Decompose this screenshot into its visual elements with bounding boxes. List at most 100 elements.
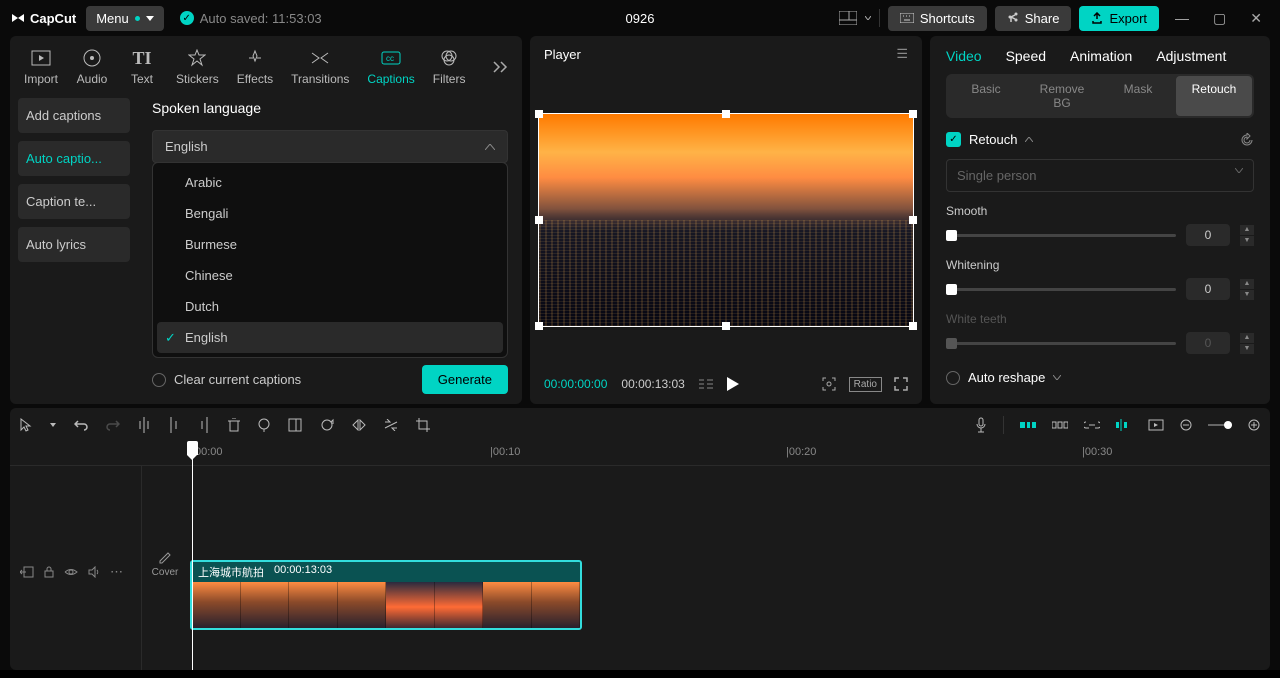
play-button[interactable] [727,377,739,391]
preview-tool[interactable] [1116,419,1132,431]
preview-axis-tool[interactable] [1148,419,1164,431]
subtab-removebg[interactable]: Remove BG [1024,76,1100,116]
clear-captions-checkbox[interactable]: Clear current captions [152,372,301,387]
freeze-tool[interactable] [288,418,302,432]
whitening-step-down[interactable]: ▼ [1240,290,1254,300]
crop-tool[interactable] [416,418,430,432]
cursor-dropdown[interactable] [50,423,56,427]
track-exit-icon[interactable] [20,566,34,578]
playhead[interactable] [192,442,193,670]
marker-tool[interactable] [258,418,270,432]
video-clip[interactable]: 上海城市航拍 00:00:13:03 [190,560,582,630]
player-menu-icon[interactable]: ☰ [896,46,908,62]
retouch-toggle[interactable]: ✓ Retouch [946,132,1033,147]
eye-icon[interactable] [64,567,78,577]
sidebar-item-add-captions[interactable]: Add captions [18,98,130,133]
trim-left-tool[interactable] [168,417,180,433]
rotate-tool[interactable] [320,418,334,432]
timeline-body[interactable]: 00:00 |00:10 |00:20 |00:30 ⋯ Cover 上海城市航… [10,442,1270,670]
whitening-step-up[interactable]: ▲ [1240,279,1254,289]
magnet-all-tool[interactable] [1052,419,1068,431]
list-icon[interactable] [699,378,713,390]
subtab-retouch[interactable]: Retouch [1176,76,1252,116]
auto-reshape-toggle[interactable]: Auto reshape [946,370,1254,385]
sidebar-item-auto-lyrics[interactable]: Auto lyrics [18,227,130,262]
tab-filters[interactable]: Filters [425,44,474,90]
smooth-label: Smooth [946,204,1254,218]
whitening-value[interactable]: 0 [1186,278,1230,300]
tab-text[interactable]: TIText [118,44,166,90]
language-option-burmese[interactable]: Burmese [157,229,503,260]
tab-stickers[interactable]: Stickers [168,44,227,90]
language-option-bengali[interactable]: Bengali [157,198,503,229]
zoom-in-button[interactable] [1248,419,1260,431]
timeline-ruler[interactable]: 00:00 |00:10 |00:20 |00:30 [10,442,1270,466]
link-tool[interactable] [1084,420,1100,430]
mic-tool[interactable] [975,417,987,433]
menu-button[interactable]: Menu [86,6,164,31]
smooth-step-up[interactable]: ▲ [1240,225,1254,235]
tab-transitions[interactable]: Transitions [283,44,357,90]
smooth-value[interactable]: 0 [1186,224,1230,246]
tab-effects[interactable]: Effects [229,44,281,90]
tab-adjustment[interactable]: Adjustment [1156,48,1226,64]
app-logo: CapCut [10,10,76,26]
ratio-button[interactable]: Ratio [849,377,882,392]
magnet-main-tool[interactable] [1020,419,1036,431]
subtab-mask[interactable]: Mask [1100,76,1176,116]
focus-icon[interactable] [821,376,837,392]
mirror-tool[interactable] [352,419,366,431]
maximize-button[interactable]: ▢ [1205,6,1234,31]
reset-icon[interactable] [1240,133,1254,147]
chevron-down-icon[interactable] [865,16,871,20]
checkbox-off-icon [946,371,960,385]
timeline-section: 00:00 |00:10 |00:20 |00:30 ⋯ Cover 上海城市航… [0,404,1280,670]
redo-button[interactable] [106,419,120,431]
export-button[interactable]: Export [1079,6,1159,31]
delete-tool[interactable] [228,418,240,432]
sidebar-item-caption-template[interactable]: Caption te... [18,184,130,219]
zoom-slider[interactable] [1208,424,1232,426]
undo-button[interactable] [74,419,88,431]
language-select[interactable]: English [152,130,508,163]
generate-button[interactable]: Generate [422,365,508,394]
close-button[interactable]: ✕ [1242,6,1270,31]
language-option-dutch[interactable]: Dutch [157,291,503,322]
lock-icon[interactable] [44,566,54,578]
language-option-english[interactable]: ✓English [157,322,503,353]
language-option-arabic[interactable]: Arabic [157,167,503,198]
shortcuts-button[interactable]: Shortcuts [888,6,987,31]
layout-icon[interactable] [839,11,857,25]
zoom-out-button[interactable] [1180,419,1192,431]
cursor-tool[interactable] [20,418,32,432]
white-teeth-slider [946,342,1176,345]
tab-speed[interactable]: Speed [1006,48,1046,64]
fullscreen-icon[interactable] [894,377,908,391]
split-tool[interactable] [138,417,150,433]
cover-button[interactable]: Cover [148,551,182,578]
white-teeth-label: White teeth [946,312,1254,326]
speaker-icon[interactable] [88,566,100,578]
smooth-step-down[interactable]: ▼ [1240,236,1254,246]
expand-tabs-icon[interactable] [484,53,516,81]
video-frame[interactable] [538,113,914,327]
tab-captions[interactable]: ccCaptions [359,44,422,90]
tab-animation[interactable]: Animation [1070,48,1132,64]
tab-video[interactable]: Video [946,48,982,64]
person-mode-select[interactable]: Single person [946,159,1254,192]
tab-import[interactable]: Import [16,44,66,90]
language-option-chinese[interactable]: Chinese [157,260,503,291]
minimize-button[interactable]: — [1167,6,1197,30]
whitening-slider[interactable] [946,288,1176,291]
sidebar-item-auto-captions[interactable]: Auto captio... [18,141,130,176]
subtab-basic[interactable]: Basic [948,76,1024,116]
share-button[interactable]: Share [995,6,1072,31]
tab-audio[interactable]: Audio [68,44,116,90]
export-icon [1091,12,1103,24]
player-viewport[interactable] [530,72,922,368]
smooth-slider[interactable] [946,234,1176,237]
reverse-tool[interactable] [384,419,398,431]
time-total: 00:00:13:03 [621,377,684,391]
trim-right-tool[interactable] [198,417,210,433]
track-more-icon[interactable]: ⋯ [110,564,123,580]
